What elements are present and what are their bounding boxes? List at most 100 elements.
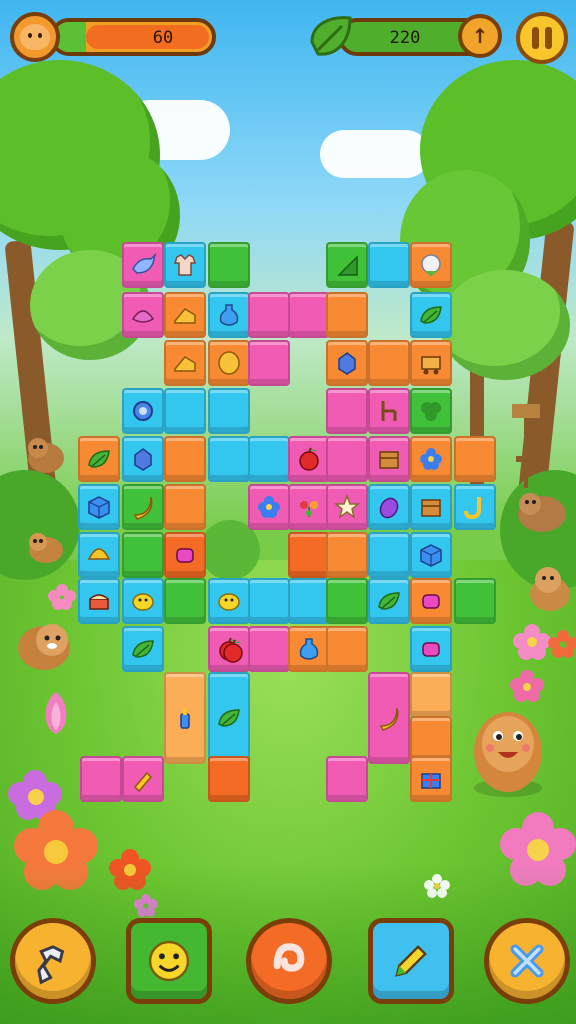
potion-icon [299, 638, 319, 660]
gem-icon [134, 448, 152, 471]
board-tile[interactable] [410, 756, 452, 802]
board-tile[interactable] [248, 578, 290, 624]
board-tile[interactable] [368, 340, 410, 386]
board-tile[interactable] [248, 292, 290, 338]
potion-icon [219, 304, 239, 326]
board-tile[interactable] [208, 388, 250, 434]
board-tile[interactable] [326, 242, 368, 288]
board-tile[interactable] [208, 436, 250, 482]
banana-icon [379, 707, 399, 731]
board-tile[interactable] [410, 340, 452, 386]
board-tile[interactable] [78, 578, 120, 624]
leaf-icon [88, 450, 110, 468]
board-tile[interactable] [368, 484, 410, 530]
board-tile[interactable] [208, 242, 250, 288]
magnet-powerup-button[interactable] [246, 918, 332, 1004]
board-tile[interactable] [80, 756, 122, 802]
board-tile[interactable] [164, 292, 206, 338]
board-tile[interactable] [326, 436, 368, 482]
board-tile[interactable] [326, 484, 368, 530]
board-tile[interactable] [368, 388, 410, 434]
board-tile[interactable] [288, 578, 330, 624]
hamster-critter [18, 624, 70, 670]
close-powerup-button[interactable] [484, 918, 570, 1004]
board-tile[interactable] [122, 532, 164, 578]
board-tile[interactable] [410, 532, 452, 578]
pencil-powerup-button[interactable] [368, 918, 454, 1004]
board-tile[interactable] [326, 532, 368, 578]
flower [48, 584, 76, 610]
board-tile[interactable] [122, 388, 164, 434]
board-tile[interactable] [368, 242, 410, 288]
board-tile[interactable] [410, 242, 452, 288]
gem-icon [338, 352, 356, 375]
cauliflower-icon [421, 254, 441, 277]
board-tile[interactable] [208, 578, 250, 624]
board-tile[interactable] [208, 340, 250, 386]
tulip [45, 692, 67, 734]
board-tile[interactable] [122, 242, 164, 288]
pause-button[interactable] [516, 12, 568, 64]
board-tile[interactable] [288, 292, 330, 338]
cube-icon [420, 544, 442, 567]
board-tile[interactable] [410, 484, 452, 530]
player-avatar[interactable] [10, 12, 60, 62]
board-tile[interactable] [122, 484, 164, 530]
board-tile[interactable] [122, 626, 164, 672]
board-tile[interactable] [164, 532, 206, 578]
board-tile[interactable] [368, 532, 410, 578]
board-tile[interactable] [410, 436, 452, 482]
board-tile[interactable] [208, 756, 250, 802]
hammer-powerup-button[interactable] [10, 918, 96, 1004]
board-tile[interactable] [208, 292, 250, 338]
board-tile[interactable] [164, 242, 206, 288]
board-tile[interactable] [326, 578, 368, 624]
board-tile[interactable] [410, 388, 452, 434]
board-tile[interactable] [248, 340, 290, 386]
board-tile[interactable] [454, 484, 496, 530]
hook-icon [464, 497, 481, 520]
board-tile[interactable] [368, 672, 410, 764]
board-tile[interactable] [368, 578, 410, 624]
board-tile[interactable] [122, 292, 164, 338]
board-tile[interactable] [78, 484, 120, 530]
cart-icon [421, 356, 441, 375]
board-tile[interactable] [248, 626, 290, 672]
board-tile[interactable] [248, 484, 290, 530]
smiley-powerup-button[interactable] [126, 918, 212, 1004]
board-tile[interactable] [78, 532, 120, 578]
coin-icon[interactable]: ↑ [458, 14, 502, 58]
board-tile[interactable] [78, 436, 120, 482]
board-tile[interactable] [410, 672, 452, 718]
board-tile[interactable] [410, 292, 452, 338]
board-tile[interactable] [368, 436, 410, 482]
board-tile[interactable] [288, 484, 330, 530]
board-tile[interactable] [326, 626, 368, 672]
apple-icon [299, 447, 319, 471]
board-tile[interactable] [248, 436, 290, 482]
board-tile[interactable] [164, 340, 206, 386]
board-tile[interactable] [164, 672, 206, 764]
board-tile[interactable] [288, 436, 330, 482]
board-tile[interactable] [208, 672, 250, 764]
board-tile[interactable] [326, 756, 368, 802]
board-tile[interactable] [410, 578, 452, 624]
board-tile[interactable] [326, 340, 368, 386]
board-tile[interactable] [164, 388, 206, 434]
cloud [320, 130, 430, 178]
board-tile[interactable] [164, 484, 206, 530]
board-tile[interactable] [454, 578, 496, 624]
egg-icon [218, 351, 240, 375]
board-tile[interactable] [288, 532, 330, 578]
board-tile[interactable] [212, 628, 254, 674]
board-tile[interactable] [164, 578, 206, 624]
board-tile[interactable] [164, 436, 206, 482]
board-tile[interactable] [122, 756, 164, 802]
board-tile[interactable] [326, 388, 368, 434]
board-tile[interactable] [122, 578, 164, 624]
board-tile[interactable] [410, 626, 452, 672]
board-tile[interactable] [288, 626, 330, 672]
board-tile[interactable] [122, 436, 164, 482]
board-tile[interactable] [454, 436, 496, 482]
board-tile[interactable] [326, 292, 368, 338]
